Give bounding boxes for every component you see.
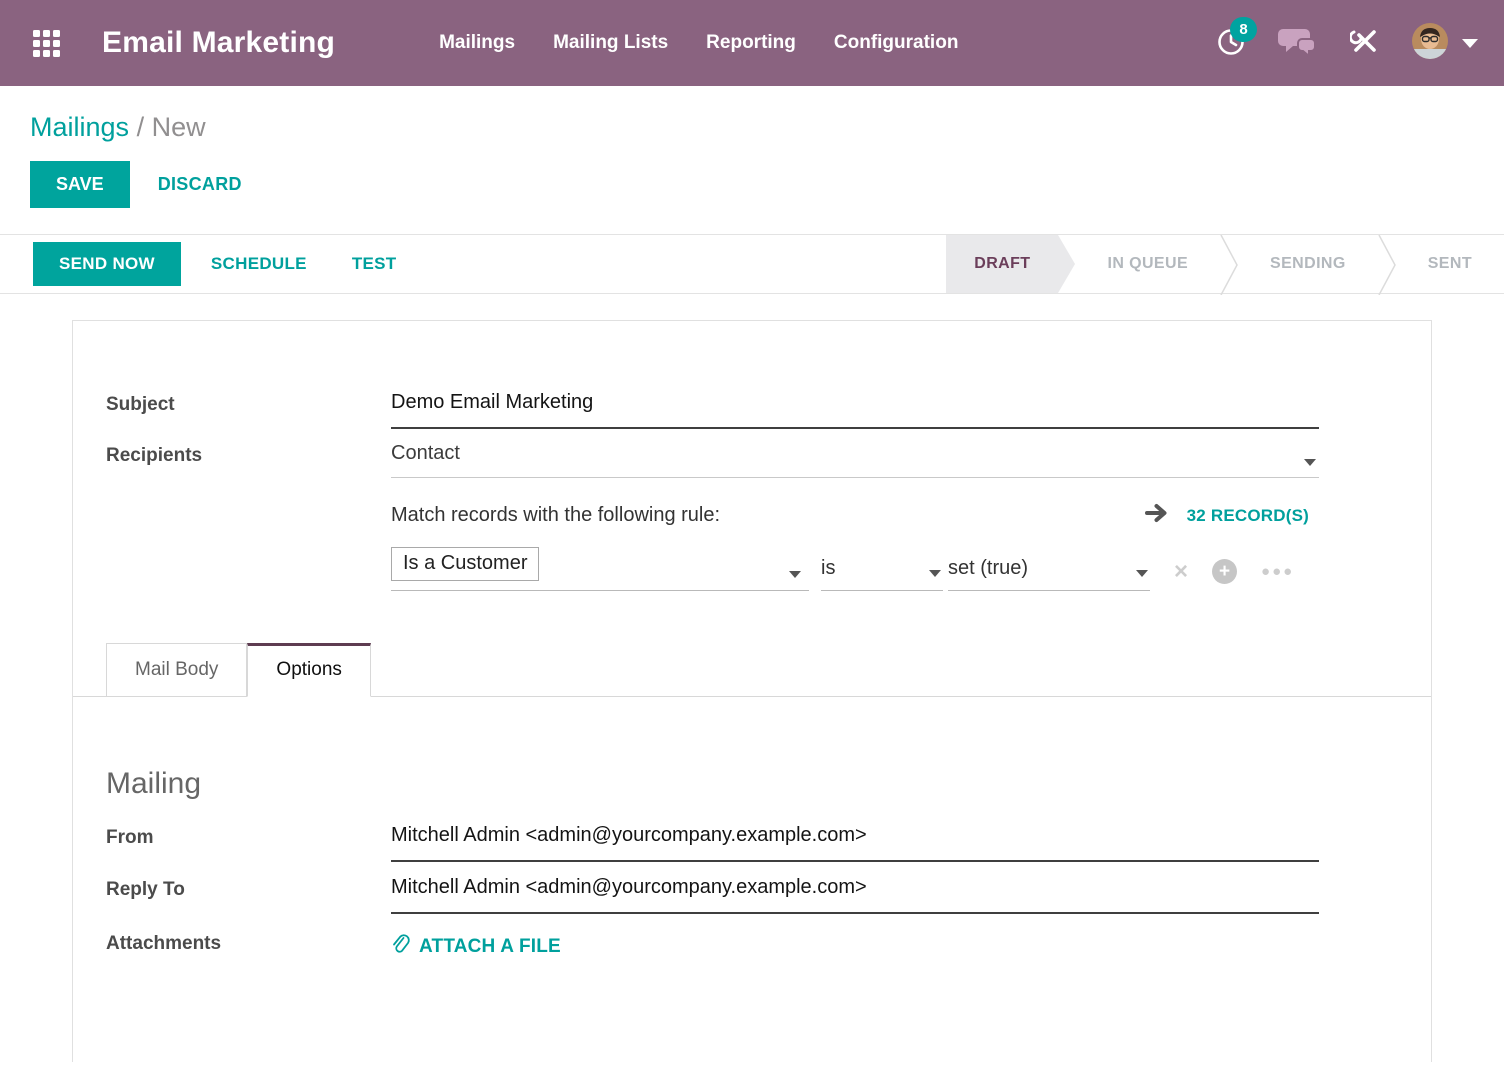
reply-to-input[interactable]: Mitchell Admin <admin@yourcompany.exampl… bbox=[391, 876, 1319, 914]
delete-rule-icon[interactable]: × bbox=[1174, 560, 1188, 584]
send-now-button[interactable]: SEND NOW bbox=[33, 242, 181, 286]
recipients-select[interactable]: Contact bbox=[391, 442, 1319, 478]
menu-configuration[interactable]: Configuration bbox=[834, 32, 959, 54]
rule-value-select[interactable]: set (true) bbox=[948, 557, 1150, 591]
reply-to-row: Reply To Mitchell Admin <admin@yourcompa… bbox=[106, 876, 1431, 914]
subject-input[interactable]: Demo Email Marketing bbox=[391, 391, 1319, 429]
add-branch-icon[interactable]: ●●● bbox=[1261, 563, 1294, 580]
chat-icon bbox=[1278, 25, 1318, 62]
breadcrumb-mailings-link[interactable]: Mailings bbox=[30, 112, 129, 142]
menu-mailings[interactable]: Mailings bbox=[439, 32, 515, 54]
subject-label: Subject bbox=[106, 391, 391, 416]
tools-icon bbox=[1350, 26, 1380, 61]
chevron-down-icon bbox=[1304, 459, 1316, 466]
attach-file-label: ATTACH A FILE bbox=[419, 936, 561, 958]
activity-count-badge: 8 bbox=[1230, 17, 1257, 42]
user-menu[interactable] bbox=[1412, 23, 1478, 64]
activities-button[interactable]: 8 bbox=[1216, 26, 1246, 61]
from-row: From Mitchell Admin <admin@yourcompany.e… bbox=[106, 824, 1431, 862]
tools-button[interactable] bbox=[1350, 26, 1380, 61]
attachments-label: Attachments bbox=[106, 930, 391, 955]
subject-row: Subject Demo Email Marketing bbox=[106, 391, 1431, 429]
topbar-right-cluster: 8 bbox=[1216, 23, 1478, 64]
messages-button[interactable] bbox=[1278, 25, 1318, 62]
apps-grid-icon[interactable] bbox=[33, 30, 60, 57]
discard-button[interactable]: DISCARD bbox=[158, 174, 242, 195]
chevron-down-icon bbox=[789, 571, 801, 578]
chevron-down-icon bbox=[1462, 39, 1478, 48]
pipeline-chevron-icon bbox=[1378, 235, 1396, 293]
rule-field-select[interactable]: Is a Customer bbox=[391, 547, 809, 591]
recipients-row: Recipients Contact bbox=[106, 442, 1431, 478]
menu-mailing-lists[interactable]: Mailing Lists bbox=[553, 32, 668, 54]
from-input[interactable]: Mitchell Admin <admin@yourcompany.exampl… bbox=[391, 824, 1319, 862]
schedule-button[interactable]: SCHEDULE bbox=[211, 254, 307, 274]
app-title[interactable]: Email Marketing bbox=[102, 26, 335, 60]
breadcrumb: Mailings / New bbox=[0, 86, 1504, 143]
breadcrumb-separator: / bbox=[137, 112, 145, 142]
rule-operator-value: is bbox=[821, 557, 835, 579]
chevron-down-icon bbox=[1136, 570, 1148, 577]
record-actions: SAVE DISCARD bbox=[0, 143, 1504, 208]
rule-intro-text: Match records with the following rule: bbox=[391, 504, 720, 527]
status-step-in-queue[interactable]: IN QUEUE bbox=[1075, 235, 1220, 293]
paperclip-icon bbox=[391, 932, 411, 962]
top-menu-bar: Mailings Mailing Lists Reporting Configu… bbox=[439, 32, 958, 54]
rule-value-text: set (true) bbox=[948, 557, 1028, 579]
options-tab-content: Mailing From Mitchell Admin <admin@yourc… bbox=[73, 696, 1431, 964]
avatar bbox=[1412, 23, 1448, 64]
menu-reporting[interactable]: Reporting bbox=[706, 32, 796, 54]
recipients-label: Recipients bbox=[106, 442, 391, 467]
domain-rule-row: Is a Customer is set (true) × + ●●● bbox=[391, 547, 1431, 591]
status-step-draft[interactable]: DRAFT bbox=[946, 235, 1058, 293]
form-sheet: Subject Demo Email Marketing Recipients … bbox=[72, 320, 1432, 1062]
topbar: Email Marketing Mailings Mailing Lists R… bbox=[0, 0, 1504, 86]
statusbar-buttons: SEND NOW SCHEDULE TEST bbox=[0, 235, 396, 293]
rule-operator-select[interactable]: is bbox=[821, 557, 943, 591]
attachments-row: Attachments ATTACH A FILE bbox=[106, 930, 1431, 964]
status-bar: SEND NOW SCHEDULE TEST DRAFT IN QUEUE SE… bbox=[0, 234, 1504, 294]
status-step-sending[interactable]: SENDING bbox=[1238, 235, 1378, 293]
breadcrumb-new: New bbox=[152, 112, 206, 142]
pipeline-chevron-icon bbox=[1220, 235, 1238, 293]
save-button[interactable]: SAVE bbox=[30, 161, 130, 208]
test-button[interactable]: TEST bbox=[352, 254, 397, 274]
mailing-section-title: Mailing bbox=[106, 767, 1431, 801]
tab-options[interactable]: Options bbox=[247, 643, 370, 697]
add-rule-icon[interactable]: + bbox=[1212, 559, 1237, 584]
arrow-right-icon bbox=[1144, 502, 1170, 529]
rule-row-actions: × + ●●● bbox=[1174, 559, 1294, 584]
reply-to-label: Reply To bbox=[106, 876, 391, 901]
notebook-tabs: Mail Body Options bbox=[73, 643, 1431, 696]
chevron-down-icon bbox=[929, 570, 941, 577]
tab-mail-body[interactable]: Mail Body bbox=[106, 643, 247, 697]
status-step-sent[interactable]: SENT bbox=[1396, 235, 1504, 293]
from-label: From bbox=[106, 824, 391, 849]
records-count-link[interactable]: 32 RECORD(S) bbox=[1187, 506, 1309, 526]
rule-field-value[interactable]: Is a Customer bbox=[391, 547, 539, 581]
match-rule-row: Match records with the following rule: 3… bbox=[106, 502, 1431, 529]
attach-file-button[interactable]: ATTACH A FILE bbox=[391, 930, 561, 964]
status-pipeline: DRAFT IN QUEUE SENDING SENT bbox=[946, 235, 1504, 293]
